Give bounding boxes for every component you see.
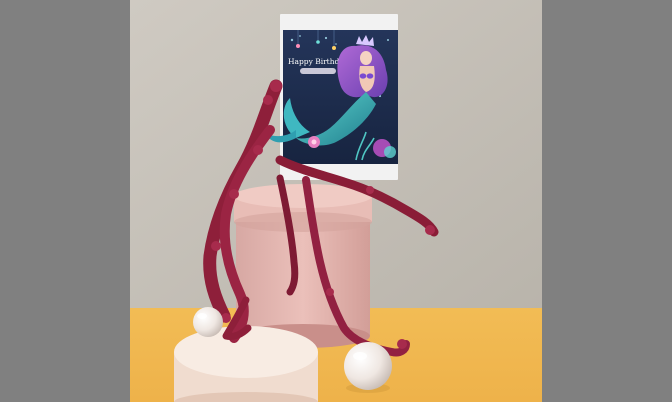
viewer: Happy Birthday	[0, 0, 672, 402]
pink-box	[234, 184, 372, 348]
left-letterbox	[0, 0, 130, 402]
birthday-card: Happy Birthday	[266, 14, 398, 180]
crystal-sphere-large	[344, 342, 392, 393]
cream-pedestal	[174, 326, 318, 402]
crystal-sphere-small	[193, 307, 223, 337]
product-photo: Happy Birthday	[130, 0, 542, 402]
right-letterbox	[542, 0, 672, 402]
